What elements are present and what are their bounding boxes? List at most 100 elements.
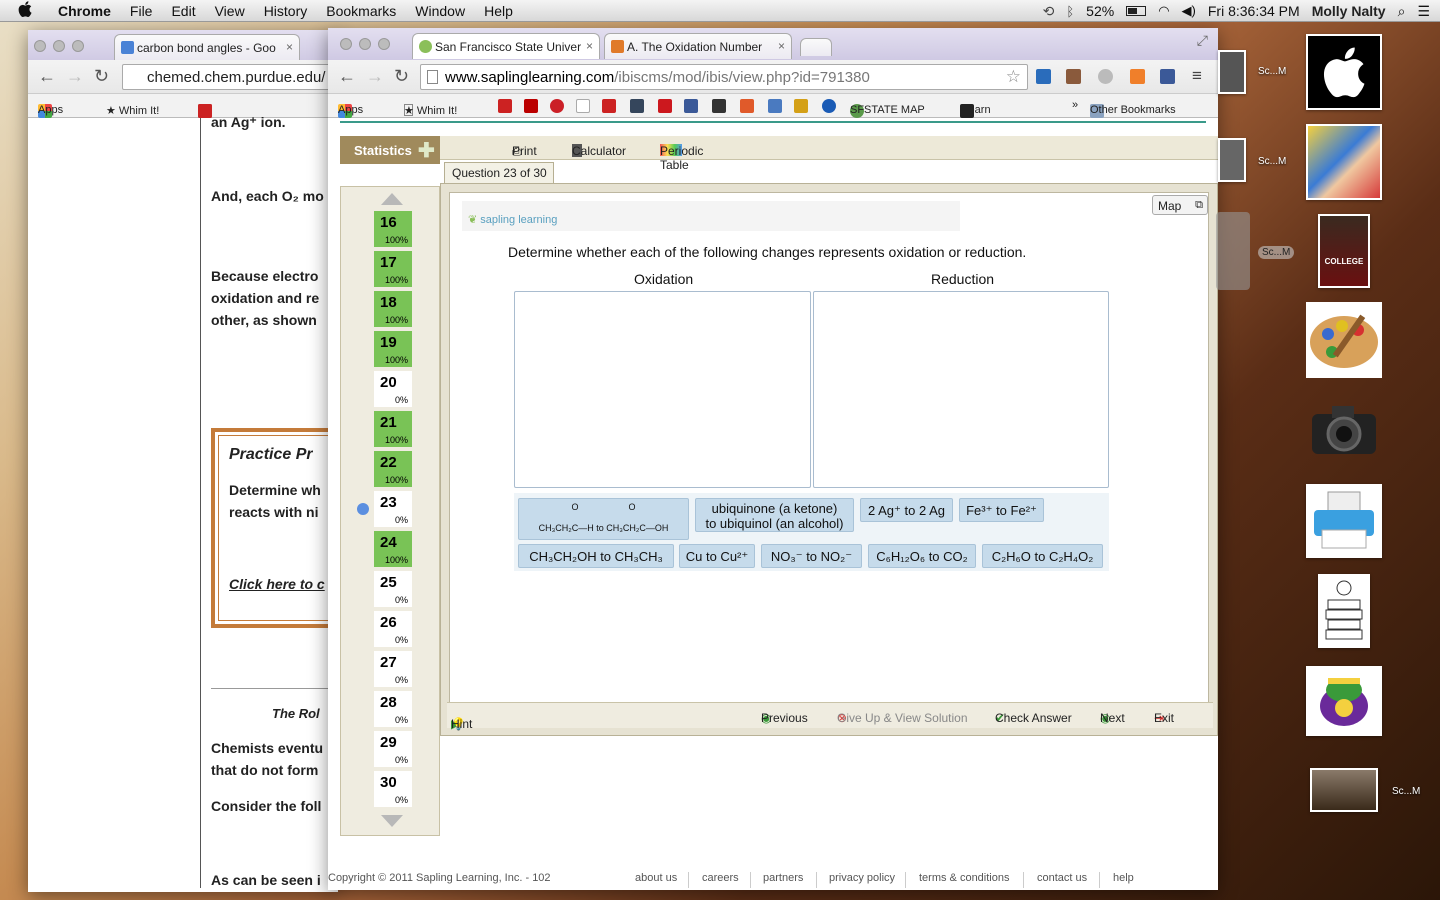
tile-ubiquinone[interactable]: ubiquinone (a ketone) to ubiquinol (an a… bbox=[695, 498, 854, 532]
clock[interactable]: Fri 8:36:34 PM bbox=[1208, 3, 1300, 19]
tile-ethanol-acetic[interactable]: C₂H₆O to C₂H₄O₂ bbox=[982, 544, 1103, 568]
cloud-icon[interactable] bbox=[1098, 69, 1113, 84]
footer-contact[interactable]: contact us bbox=[1037, 872, 1087, 884]
footer-partners[interactable]: partners bbox=[763, 872, 803, 884]
notification-center-icon[interactable]: ☰ bbox=[1417, 3, 1430, 20]
footer-about[interactable]: about us bbox=[635, 872, 677, 884]
tumblr-icon[interactable] bbox=[630, 99, 644, 113]
paint-palette-icon[interactable] bbox=[1306, 302, 1382, 378]
menu-bookmarks[interactable]: Bookmarks bbox=[326, 3, 396, 19]
ukflag2-icon[interactable] bbox=[198, 104, 212, 118]
practice-link[interactable]: Click here to c bbox=[229, 576, 325, 592]
pinterest-icon[interactable] bbox=[550, 99, 564, 113]
desktop-selected-item[interactable] bbox=[1216, 212, 1250, 290]
address-bar[interactable]: www.saplinglearning.com/ibiscms/mod/ibis… bbox=[420, 64, 1028, 90]
statistics-tab[interactable]: Statistics ✚ bbox=[340, 136, 440, 164]
app-menu[interactable]: Chrome bbox=[58, 3, 111, 19]
question-item[interactable]: 21 100% bbox=[374, 411, 412, 447]
amazon-icon[interactable] bbox=[576, 99, 590, 113]
tile-glucose[interactable]: C₆H₁₂O₆ to CO₂ bbox=[868, 544, 976, 568]
bluetooth-icon[interactable]: ᛒ bbox=[1066, 4, 1074, 19]
tab-oxidation[interactable]: A. The Oxidation Number × bbox=[604, 33, 792, 59]
question-item[interactable]: 20 0% bbox=[374, 371, 412, 407]
chase-icon[interactable] bbox=[822, 99, 836, 113]
mp3-icon[interactable] bbox=[768, 99, 782, 113]
w-icon[interactable] bbox=[740, 99, 754, 113]
footer-careers[interactable]: careers bbox=[702, 872, 739, 884]
new-tab-button[interactable] bbox=[800, 38, 832, 56]
footer-help[interactable]: help bbox=[1113, 872, 1134, 884]
menu-hamburger-icon[interactable]: ≡ bbox=[1192, 66, 1202, 86]
map-button[interactable]: Map ⧉ bbox=[1152, 195, 1208, 215]
instagram-icon[interactable] bbox=[1066, 69, 1081, 84]
reload-icon[interactable]: ↻ bbox=[94, 66, 109, 87]
desktop-label-1[interactable]: Sc...M bbox=[1258, 66, 1286, 77]
spotlight-icon[interactable]: ⌕ bbox=[1398, 3, 1406, 20]
reduction-drop-zone[interactable] bbox=[813, 291, 1109, 488]
volume-icon[interactable]: ◀) bbox=[1182, 3, 1196, 19]
tile-aldehyde-to-acid[interactable]: O O CH₃CH₂C—H to CH₃CH₂C—OH bbox=[518, 498, 689, 540]
zoom-dot[interactable] bbox=[72, 40, 84, 52]
back-arrow-icon[interactable]: ← bbox=[338, 66, 356, 87]
lightning-icon[interactable] bbox=[1130, 69, 1145, 84]
tab-sfstate[interactable]: San Francisco State Univer × bbox=[412, 33, 600, 59]
question-item[interactable]: 29 0% bbox=[374, 731, 412, 767]
desktop-label-3[interactable]: Sc...M bbox=[1258, 246, 1295, 259]
question-item[interactable]: 18 100% bbox=[374, 291, 412, 327]
apple-menu-icon[interactable] bbox=[18, 0, 40, 21]
bookmark-star-icon[interactable]: ☆ bbox=[1006, 67, 1021, 87]
cast-icon[interactable] bbox=[1036, 69, 1051, 84]
minimize-dot[interactable] bbox=[359, 38, 371, 50]
menu-view[interactable]: View bbox=[215, 3, 245, 19]
ukflag-icon[interactable] bbox=[498, 99, 512, 113]
hp-icon[interactable] bbox=[712, 99, 726, 113]
zoom-dot[interactable] bbox=[378, 38, 390, 50]
close-icon[interactable]: × bbox=[286, 40, 293, 54]
printer-icon[interactable] bbox=[1306, 484, 1382, 558]
user-name[interactable]: Molly Nalty bbox=[1312, 3, 1386, 19]
question-item[interactable]: 23 0% bbox=[374, 491, 412, 527]
footer-privacy[interactable]: privacy policy bbox=[829, 872, 895, 884]
forward-arrow-icon[interactable]: → bbox=[366, 66, 384, 87]
tile-ethanol[interactable]: CH₃CH₂OH to CH₃CH₃ bbox=[518, 544, 674, 568]
bank-icon[interactable] bbox=[794, 99, 808, 113]
close-dot[interactable] bbox=[34, 40, 46, 52]
desktop-thumb-2[interactable] bbox=[1218, 138, 1246, 182]
battery-icon[interactable] bbox=[1126, 6, 1147, 16]
menu-help[interactable]: Help bbox=[484, 3, 513, 19]
popart-image-icon[interactable] bbox=[1306, 124, 1382, 200]
scroll-down-icon[interactable] bbox=[381, 815, 403, 827]
college-photo-icon[interactable]: COLLEGE bbox=[1318, 214, 1370, 288]
question-item[interactable]: 28 0% bbox=[374, 691, 412, 727]
tile-silver[interactable]: 2 Ag⁺ to 2 Ag bbox=[860, 498, 953, 522]
question-item[interactable]: 25 0% bbox=[374, 571, 412, 607]
youtube-icon[interactable] bbox=[658, 99, 672, 113]
netflix-icon[interactable] bbox=[524, 99, 538, 113]
gator-mascot-icon[interactable] bbox=[1306, 666, 1382, 736]
tile-iron[interactable]: Fe³⁺ to Fe²⁺ bbox=[959, 498, 1044, 522]
menu-edit[interactable]: Edit bbox=[171, 3, 195, 19]
back-tab[interactable]: carbon bond angles - Goo × bbox=[114, 34, 300, 60]
ukflag2-icon[interactable] bbox=[602, 99, 616, 113]
fullscreen-icon[interactable]: ⤢ bbox=[1197, 32, 1208, 49]
question-item[interactable]: 19 100% bbox=[374, 331, 412, 367]
question-item[interactable]: 17 100% bbox=[374, 251, 412, 287]
facebook-icon[interactable] bbox=[1160, 69, 1175, 84]
question-item[interactable]: 26 0% bbox=[374, 611, 412, 647]
expand-plus-icon[interactable]: ✚ bbox=[418, 138, 435, 163]
camera-icon[interactable] bbox=[1308, 400, 1380, 460]
close-dot[interactable] bbox=[340, 38, 352, 50]
battery-percent[interactable]: 52% bbox=[1086, 3, 1114, 19]
menu-history[interactable]: History bbox=[264, 3, 308, 19]
question-item[interactable]: 22 100% bbox=[374, 451, 412, 487]
apple-logo-icon[interactable] bbox=[1306, 34, 1382, 110]
bookmarks-overflow[interactable]: » bbox=[1072, 99, 1078, 111]
question-item[interactable]: 30 0% bbox=[374, 771, 412, 807]
desktop-label-2[interactable]: Sc...M bbox=[1258, 156, 1286, 167]
question-item[interactable]: 27 0% bbox=[374, 651, 412, 687]
facebook-bm-icon[interactable] bbox=[684, 99, 698, 113]
forward-arrow-icon[interactable]: → bbox=[66, 66, 84, 87]
close-icon[interactable]: × bbox=[778, 39, 785, 53]
wifi-icon[interactable]: ◠ bbox=[1158, 3, 1169, 19]
desktop-photo-thumb[interactable] bbox=[1310, 768, 1378, 812]
